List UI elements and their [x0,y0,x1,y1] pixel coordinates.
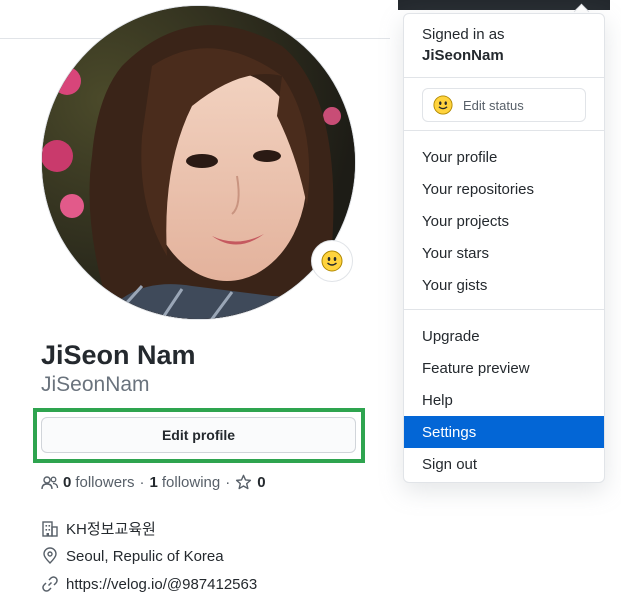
set-status-button[interactable] [311,240,353,282]
dropdown-divider [404,309,604,310]
location-row: Seoul, Repulic of Korea [41,547,224,565]
link-icon [41,575,59,593]
profile-name: JiSeon Nam [41,340,196,370]
menu-item-your-profile[interactable]: Your profile [404,141,604,173]
dropdown-header: Signed in as JiSeonNam [422,26,505,64]
location-text: Seoul, Repulic of Korea [66,547,224,565]
menu-item-your-stars[interactable]: Your stars [404,237,604,269]
smiley-icon [321,250,343,272]
location-icon [41,547,59,565]
avatar[interactable] [41,5,356,320]
following-count: 1 [149,474,158,491]
followers-count: 0 [63,474,72,491]
profile-login: JiSeonNam [41,373,150,396]
star-icon [236,474,252,490]
organization-row: KH정보교육원 [41,518,156,539]
follow-stats: 0 followers · 1 following · 0 [41,474,266,491]
website-link[interactable]: https://velog.io/@987412563 [66,576,257,593]
avatar-portrait [42,6,355,319]
following-link[interactable]: 1 following [150,474,221,491]
menu-item-your-projects[interactable]: Your projects [404,205,604,237]
separator: · [225,474,231,491]
menu-item-upgrade[interactable]: Upgrade [404,320,604,352]
followers-label: followers [75,474,135,491]
menu-item-your-repositories[interactable]: Your repositories [404,173,604,205]
signed-in-username: JiSeonNam [422,47,504,64]
stars-link[interactable]: 0 [235,474,266,491]
stars-count: 0 [257,474,266,491]
followers-link[interactable]: 0 followers [41,474,135,491]
menu-item-feature-preview[interactable]: Feature preview [404,352,604,384]
following-label: following [161,474,221,491]
smiley-icon [433,95,453,115]
dropdown-divider [404,130,604,131]
menu-item-settings[interactable]: Settings [404,416,604,448]
edit-profile-button[interactable]: Edit profile [41,417,356,453]
people-icon [41,475,59,489]
edit-status-label: Edit status [463,97,524,113]
menu-item-your-gists[interactable]: Your gists [404,269,604,301]
edit-status-button[interactable]: Edit status [422,88,586,122]
website-row: https://velog.io/@987412563 [41,575,257,593]
user-dropdown-menu: Signed in as JiSeonNam Edit status Your … [403,13,605,483]
dropdown-divider [404,77,604,78]
menu-item-sign-out[interactable]: Sign out [404,448,604,480]
organization-text: KH정보교육원 [66,521,156,538]
menu-item-help[interactable]: Help [404,384,604,416]
organization-icon [41,520,59,538]
signed-in-label: Signed in as [422,26,505,43]
separator: · [139,474,145,491]
